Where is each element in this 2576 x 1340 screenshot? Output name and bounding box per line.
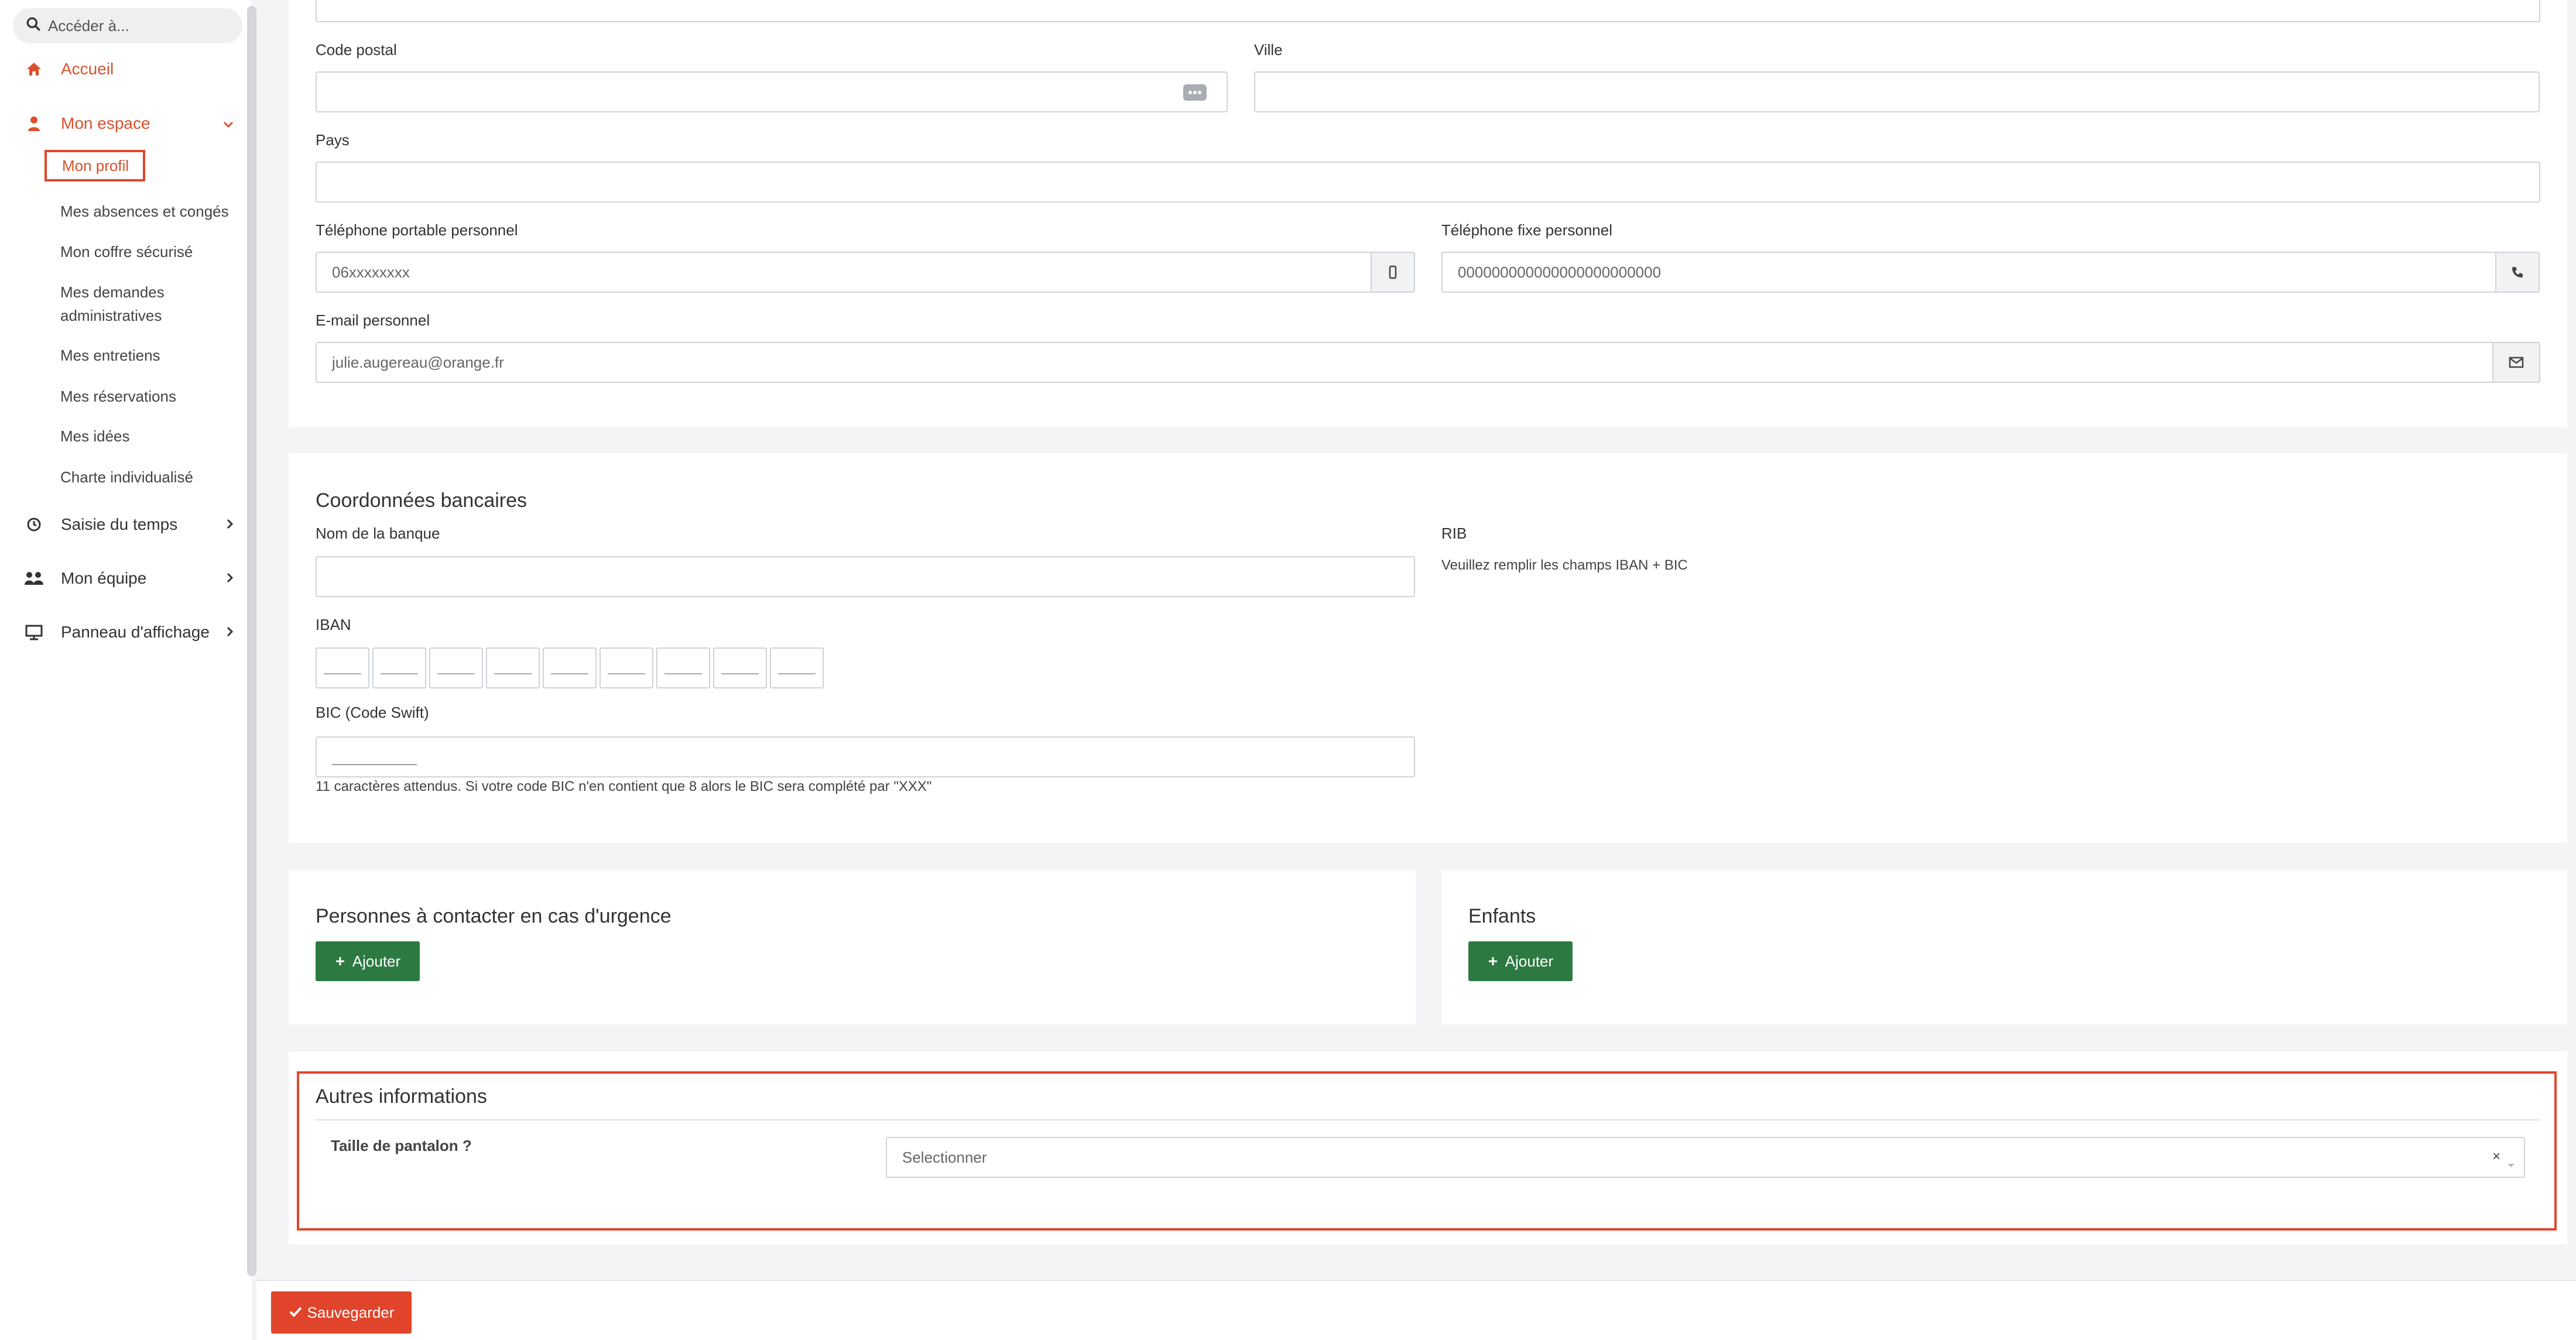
rib-label: RIB — [1441, 525, 1467, 542]
footer-bar — [256, 1280, 2576, 1340]
pants-size-select[interactable]: Selectionner × — [886, 1137, 2525, 1178]
sidebar-subitem-absences[interactable]: Mes absences et congés — [60, 200, 229, 222]
sidebar-item-my-team[interactable]: Mon équipe — [23, 569, 240, 588]
board-icon — [23, 624, 44, 640]
sidebar: Accéder à... Accueil Mon espace Mon prof… — [0, 0, 252, 1340]
sidebar-scrollbar[interactable] — [247, 6, 256, 1276]
sidebar-subitem-interviews[interactable]: Mes entretiens — [60, 344, 160, 366]
iban-field-6[interactable] — [600, 647, 653, 688]
iban-field-7[interactable] — [656, 647, 710, 688]
other-info-title: Autres informations — [316, 1085, 487, 1108]
sidebar-item-label: Saisie du temps — [61, 515, 178, 533]
sidebar-item-label: Mon espace — [61, 114, 150, 132]
iban-field-9[interactable] — [770, 647, 824, 688]
bic-field[interactable]: __________ — [316, 736, 1415, 777]
mobile-value: 06xxxxxxxx — [332, 263, 410, 281]
search-icon — [26, 16, 41, 36]
plus-icon — [1488, 952, 1498, 971]
children-title: Enfants — [1468, 905, 1536, 927]
home-icon — [23, 61, 44, 77]
search-placeholder: Accéder à... — [48, 16, 129, 35]
sidebar-subitem-requests-line2[interactable]: administratives — [60, 304, 162, 327]
phone-icon — [2495, 252, 2540, 293]
sidebar-item-label: Accueil — [61, 60, 114, 78]
emergency-title: Personnes à contacter en cas d'urgence — [316, 905, 672, 927]
save-button[interactable]: Sauvegarder — [271, 1291, 412, 1334]
plus-icon — [335, 952, 345, 971]
add-child-button[interactable]: Ajouter — [1468, 941, 1573, 981]
bic-hint: 11 caractères attendus. Si votre code BI… — [316, 779, 932, 794]
postal-code-field[interactable] — [316, 71, 1228, 112]
iban-field-1[interactable] — [316, 647, 369, 688]
sidebar-subitem-my-profile[interactable]: Mon profil — [44, 150, 146, 181]
add-label: Ajouter — [352, 952, 401, 970]
email-label: E-mail personnel — [316, 311, 430, 329]
sidebar-item-label: Panneau d'affichage — [61, 623, 210, 641]
check-icon — [289, 1304, 303, 1322]
bank-name-field[interactable] — [316, 556, 1415, 597]
iban-field-8[interactable] — [713, 647, 767, 688]
user-icon — [23, 115, 44, 132]
pants-size-label: Taille de pantalon ? — [331, 1137, 472, 1154]
landline-label: Téléphone fixe personnel — [1441, 221, 1612, 239]
email-field[interactable]: julie.augereau@orange.fr — [316, 342, 2540, 383]
team-icon — [23, 571, 44, 586]
landline-value: 000000000000000000000000 — [1458, 263, 1662, 281]
sidebar-item-my-space[interactable]: Mon espace — [23, 114, 240, 133]
children-card: Enfants Ajouter — [1441, 870, 2567, 1024]
bic-label: BIC (Code Swift) — [316, 704, 429, 721]
country-label: Pays — [316, 131, 350, 149]
bank-title: Coordonnées bancaires — [316, 489, 527, 512]
sidebar-item-home[interactable]: Accueil — [23, 60, 240, 78]
emergency-card: Personnes à contacter en cas d'urgence A… — [289, 870, 1416, 1024]
mobile-icon — [1371, 252, 1415, 293]
email-value: julie.augereau@orange.fr — [332, 353, 504, 371]
add-emergency-contact-button[interactable]: Ajouter — [316, 941, 420, 981]
clock-icon — [23, 517, 44, 532]
sidebar-subitem-vault[interactable]: Mon coffre sécurisé — [60, 241, 193, 263]
mobile-label: Téléphone portable personnel — [316, 221, 518, 239]
country-field[interactable] — [316, 162, 2540, 203]
chevron-down-icon[interactable] — [2506, 1154, 2516, 1173]
sidebar-subitem-reservations[interactable]: Mes réservations — [60, 385, 176, 407]
iban-field-5[interactable] — [543, 647, 597, 688]
sidebar-subitem-ideas[interactable]: Mes idées — [60, 425, 130, 447]
bank-name-label: Nom de la banque — [316, 525, 440, 542]
sidebar-subitem-requests[interactable]: Mes demandes — [60, 281, 165, 303]
bic-placeholder: __________ — [332, 748, 417, 766]
search-input[interactable]: Accéder à... — [13, 8, 242, 43]
iban-field-2[interactable] — [372, 647, 426, 688]
chevron-down-icon — [222, 115, 234, 133]
select-placeholder: Selectionner — [902, 1148, 987, 1166]
contact-card: Code postal Ville Pays Téléphone portabl… — [289, 0, 2567, 427]
city-field[interactable] — [1254, 71, 2540, 112]
landline-field[interactable]: 000000000000000000000000 — [1441, 252, 2540, 293]
mobile-field[interactable]: 06xxxxxxxx — [316, 252, 1415, 293]
address-textarea[interactable] — [316, 0, 2540, 22]
chevron-right-icon — [226, 570, 234, 588]
sidebar-item-board[interactable]: Panneau d'affichage — [23, 623, 240, 642]
save-label: Sauvegarder — [307, 1303, 395, 1321]
sidebar-item-time-entry[interactable]: Saisie du temps — [23, 515, 240, 534]
iban-field-4[interactable] — [486, 647, 540, 688]
iban-label: IBAN — [316, 616, 351, 633]
clear-selection-icon[interactable]: × — [2492, 1149, 2500, 1165]
sidebar-subitem-charter[interactable]: Charte individualisé — [60, 466, 193, 488]
dots-icon[interactable] — [1183, 84, 1207, 101]
postal-code-label: Code postal — [316, 41, 397, 59]
iban-field-3[interactable] — [429, 647, 483, 688]
chevron-right-icon — [226, 623, 234, 642]
city-label: Ville — [1254, 41, 1283, 59]
divider — [316, 1119, 2540, 1120]
rib-hint: Veuillez remplir les champs IBAN + BIC — [1441, 557, 1688, 573]
chevron-right-icon — [226, 516, 234, 534]
sidebar-item-label: Mon équipe — [61, 569, 147, 587]
other-info-card: Autres informations Taille de pantalon ?… — [289, 1051, 2567, 1245]
envelope-icon — [2492, 342, 2540, 383]
add-label: Ajouter — [1505, 952, 1554, 970]
